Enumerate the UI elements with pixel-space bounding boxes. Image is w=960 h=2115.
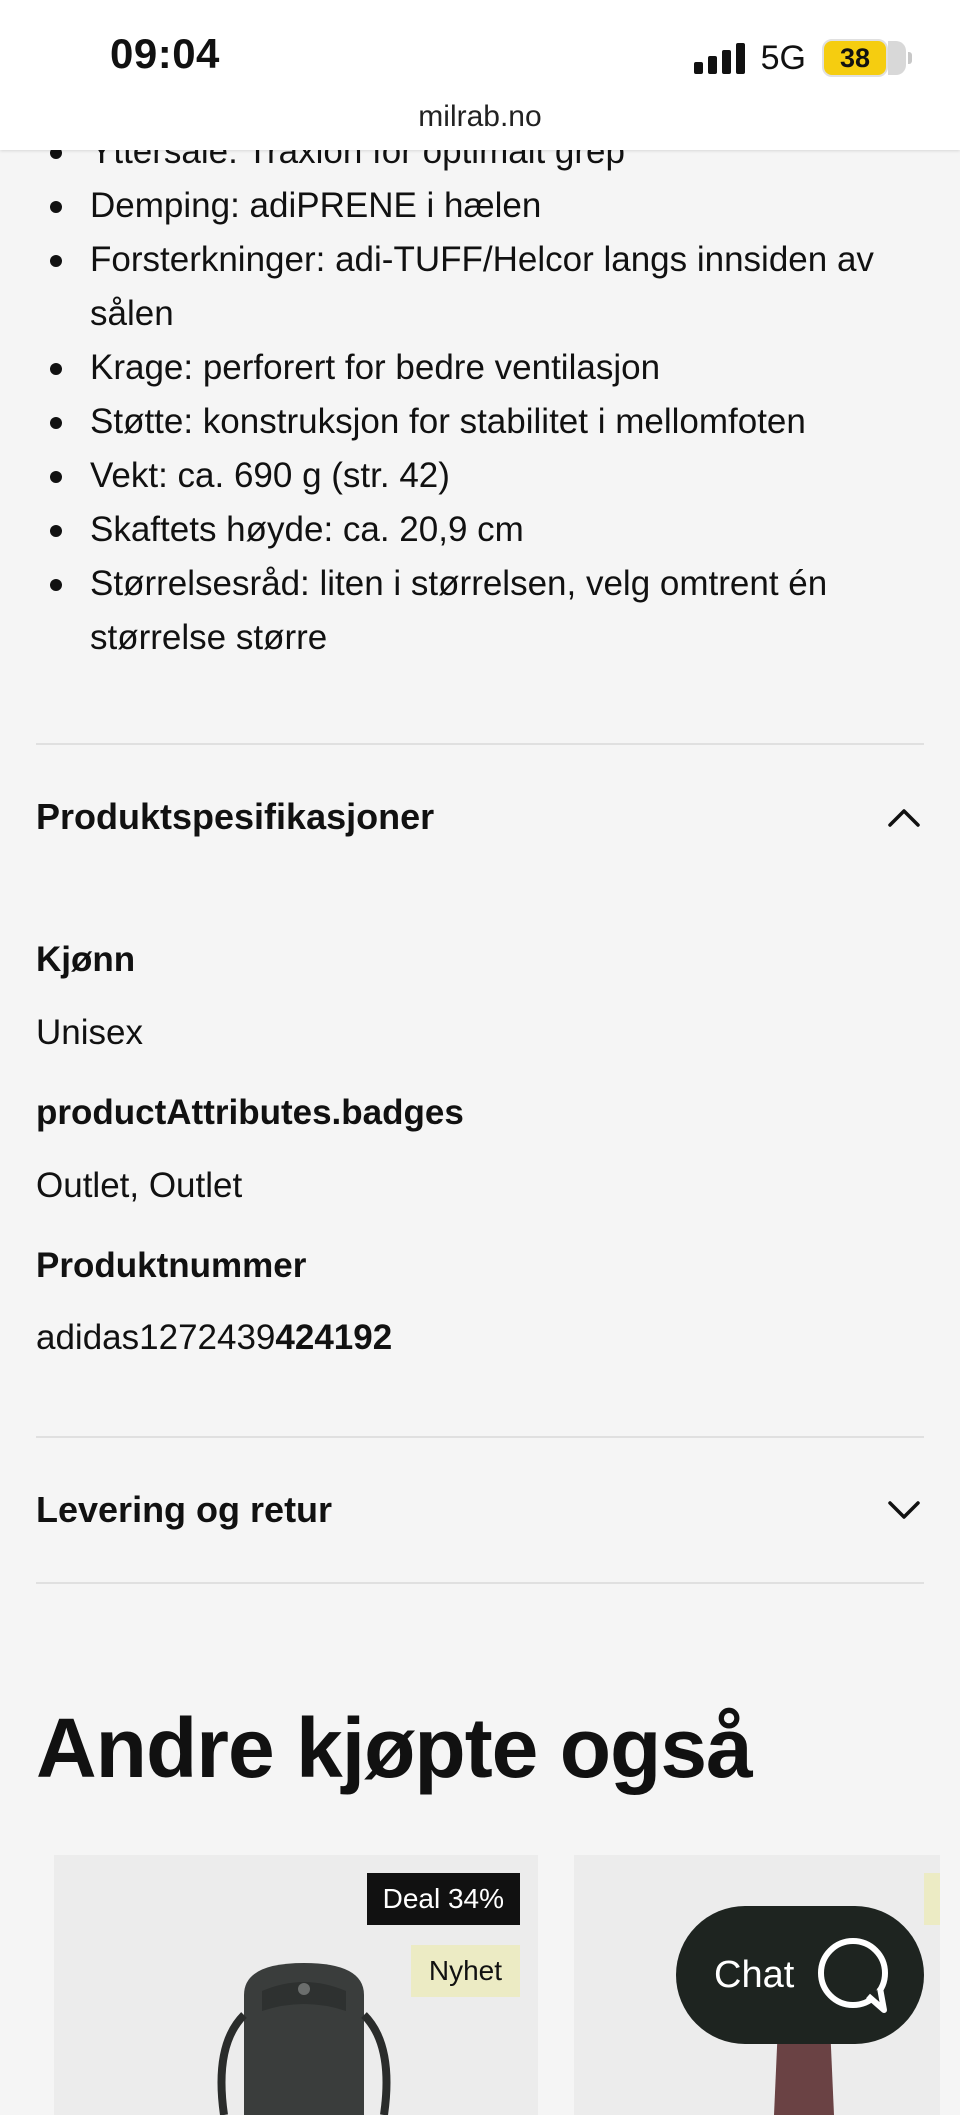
backpack-image (217, 1963, 391, 2115)
spec-label-product-number: Produktnummer (36, 1246, 307, 1285)
chevron-up-icon[interactable] (884, 797, 924, 837)
chevron-down-icon[interactable] (884, 1490, 924, 1530)
list-item: Størrelsesråd: liten i størrelsen, velg … (36, 557, 926, 665)
divider (36, 1436, 924, 1438)
signal-icon (693, 42, 745, 74)
spec-value-product-number: adidas1272439424192 (36, 1318, 392, 1358)
battery-icon: 38 (822, 39, 912, 77)
status-indicators: 5G 38 (693, 38, 912, 78)
accordion-delivery[interactable]: Levering og retur (36, 1475, 924, 1545)
list-item: Støtte: konstruksjon for stabilitet i me… (36, 395, 926, 449)
divider (36, 1582, 924, 1584)
spec-value-gender: Unisex (36, 1013, 143, 1052)
product-number-suffix: 424192 (275, 1318, 393, 1357)
network-type: 5G (760, 38, 806, 77)
related-heading: Andre kjøpte også (36, 1701, 753, 1795)
accordion-product-specs[interactable]: Produktspesifikasjoner (36, 782, 924, 852)
list-item: Krage: perforert for bedre ventilasjon (36, 341, 926, 395)
new-badge (924, 1873, 940, 1925)
accordion-title: Produktspesifikasjoner (36, 796, 435, 837)
browser-top-bar: 09:04 5G 38 milrab.no (0, 0, 960, 150)
spec-value-badges: Outlet, Outlet (36, 1166, 243, 1205)
product-card[interactable]: Deal 34% Nyhet (54, 1855, 538, 2115)
url-bar[interactable]: milrab.no (0, 100, 960, 134)
list-item: Forsterkninger: adi-TUFF/Helcor langs in… (36, 233, 926, 341)
list-item: Vekt: ca. 690 g (str. 42) (36, 449, 926, 503)
spec-label-gender: Kjønn (36, 940, 136, 979)
chat-bubble-icon (818, 1938, 888, 2013)
spec-label-badges: productAttributes.badges (36, 1093, 464, 1132)
feature-list: Yttersåle: Traxion for optimalt grep Dem… (36, 125, 926, 665)
list-item: Skaftets høyde: ca. 20,9 cm (36, 503, 926, 557)
chat-button[interactable]: Chat (676, 1906, 924, 2044)
status-time: 09:04 (110, 30, 220, 77)
list-item: Demping: adiPRENE i hælen (36, 179, 926, 233)
accordion-title: Levering og retur (36, 1489, 333, 1530)
deal-badge: Deal 34% (366, 1873, 520, 1925)
divider (36, 743, 924, 745)
new-badge: Nyhet (410, 1945, 520, 1997)
product-number-prefix: adidas1272439 (36, 1318, 276, 1357)
battery-level: 38 (839, 42, 871, 73)
chat-label: Chat (714, 1953, 795, 1996)
